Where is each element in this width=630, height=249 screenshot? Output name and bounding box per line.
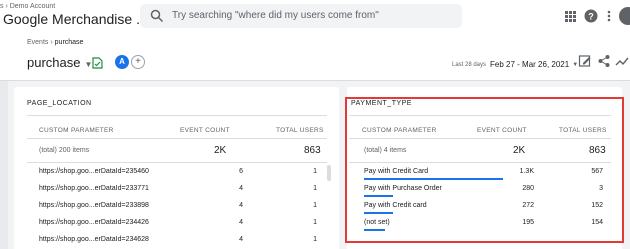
comparison-avatar[interactable]: A <box>115 55 129 69</box>
share-icon[interactable] <box>597 54 611 68</box>
table-row[interactable]: https://shop.goo...erDataId=235460 6 1 <box>27 164 327 181</box>
page-header: Events › purchase purchase ▼ A + Last 28 … <box>0 35 630 81</box>
customize-report-icon[interactable] <box>578 54 592 68</box>
conversion-check-icon[interactable] <box>92 57 103 69</box>
row-event-count: 4 <box>239 185 243 192</box>
row-parameter-value: Pay with Credit Card <box>364 168 429 175</box>
breadcrumb-separator: › <box>50 39 53 46</box>
row-parameter-value: (not set) <box>364 219 390 226</box>
row-share-bar <box>364 212 394 214</box>
table-row[interactable]: https://shop.goo...erDataId=234426 4 1 <box>27 215 327 232</box>
breadcrumb-events[interactable]: Events <box>27 39 48 46</box>
search-placeholder: Try searching "where did my users come f… <box>172 10 379 21</box>
account-avatar[interactable] <box>619 7 630 25</box>
apps-grid-icon[interactable] <box>563 9 577 23</box>
row-total-users: 1 <box>313 219 317 226</box>
row-parameter-value: Pay with Purchase Order <box>364 185 442 192</box>
divider <box>27 138 327 139</box>
totals-event-count: 2K <box>214 145 227 156</box>
row-event-count: 272 <box>522 202 534 209</box>
row-event-count: 6 <box>239 168 243 175</box>
row-parameter-value: https://shop.goo...erDataId=233771 <box>39 185 149 192</box>
row-total-users: 154 <box>591 219 603 226</box>
totals-event-count: 2K <box>513 145 526 156</box>
date-range-label: Last 28 days <box>452 61 487 68</box>
left-nav-strip <box>0 81 8 249</box>
top-bar: s › Demo Account Google Merchandise ...▼… <box>0 0 630 35</box>
row-parameter-value: https://shop.goo...erDataId=234426 <box>39 219 149 226</box>
column-header-event-count[interactable]: EVENT COUNT <box>180 127 230 134</box>
row-share-bar <box>364 178 503 180</box>
event-selector[interactable]: purchase ▼ <box>27 55 92 70</box>
row-total-users: 1 <box>313 185 317 192</box>
row-total-users: 3 <box>599 185 603 192</box>
totals-label: (total) 200 items <box>39 147 90 154</box>
breadcrumb: Events › purchase <box>27 39 83 46</box>
search-icon <box>150 9 164 23</box>
row-event-count: 4 <box>239 202 243 209</box>
totals-total-users: 863 <box>589 145 606 156</box>
divider <box>27 162 327 163</box>
column-header-parameter[interactable]: CUSTOM PARAMETER <box>39 127 114 134</box>
table-row[interactable]: Pay with Purchase Order 280 3 <box>349 181 611 198</box>
help-icon[interactable]: ? <box>584 9 598 23</box>
card-title: PAYMENT_TYPE <box>351 100 412 107</box>
property-name: Google Merchandise ... <box>3 11 148 27</box>
table-row[interactable]: Pay with Credit card 272 152 <box>349 198 611 215</box>
row-event-count: 1.3K <box>519 168 534 175</box>
totals-label: (total) 4 items <box>364 147 407 154</box>
add-comparison-button[interactable]: + <box>131 55 145 69</box>
insights-icon[interactable] <box>615 54 629 68</box>
row-event-count: 280 <box>522 185 534 192</box>
search-bar[interactable]: Try searching "where did my users come f… <box>140 4 462 28</box>
property-selector[interactable]: Google Merchandise ...▼ <box>3 11 161 27</box>
column-header-total-users[interactable]: TOTAL USERS <box>559 127 607 134</box>
page-location-card: PAGE_LOCATION CUSTOM PARAMETER EVENT COU… <box>14 87 339 249</box>
scrollbar[interactable] <box>327 165 331 181</box>
row-share-bar <box>364 229 385 231</box>
column-header-parameter[interactable]: CUSTOM PARAMETER <box>362 127 437 134</box>
column-header-event-count[interactable]: EVENT COUNT <box>477 127 527 134</box>
row-parameter-value: https://shop.goo...erDataId=233898 <box>39 202 149 209</box>
table-row[interactable]: Pay with Credit Card 1.3K 567 <box>349 164 611 181</box>
breadcrumb-current: purchase <box>54 39 84 46</box>
date-range-picker[interactable]: Last 28 days Feb 27 - Mar 26, 2021 ▼ <box>452 56 578 74</box>
row-event-count: 4 <box>239 236 243 243</box>
row-total-users: 1 <box>313 168 317 175</box>
date-range-value: Feb 27 - Mar 26, 2021 <box>490 60 570 70</box>
row-parameter-value: Pay with Credit card <box>364 202 427 209</box>
payment-type-card: PAYMENT_TYPE CUSTOM PARAMETER EVENT COUN… <box>347 87 622 249</box>
table-row[interactable]: https://shop.goo...erDataId=234628 4 1 <box>27 232 327 249</box>
row-parameter-value: https://shop.goo...erDataId=234628 <box>39 236 149 243</box>
row-event-count: 4 <box>239 219 243 226</box>
account-breadcrumb[interactable]: s › Demo Account <box>0 3 55 10</box>
more-vert-icon[interactable] <box>602 9 616 23</box>
totals-total-users: 863 <box>304 145 321 156</box>
svg-text:?: ? <box>588 12 594 22</box>
divider <box>349 162 611 163</box>
column-header-total-users[interactable]: TOTAL USERS <box>276 127 324 134</box>
table-row[interactable]: https://shop.goo...erDataId=233898 4 1 <box>27 198 327 215</box>
row-total-users: 152 <box>591 202 603 209</box>
row-share-bar <box>364 195 394 197</box>
row-total-users: 567 <box>591 168 603 175</box>
page-title: purchase <box>27 55 81 70</box>
row-total-users: 1 <box>313 236 317 243</box>
row-parameter-value: https://shop.goo...erDataId=235460 <box>39 168 149 175</box>
row-event-count: 195 <box>522 219 534 226</box>
divider <box>349 138 611 139</box>
card-title: PAGE_LOCATION <box>27 100 92 107</box>
divider <box>349 115 611 116</box>
table-row[interactable]: (not set) 195 154 <box>349 215 611 232</box>
divider <box>27 115 327 116</box>
row-total-users: 1 <box>313 202 317 209</box>
table-row[interactable]: https://shop.goo...erDataId=233771 4 1 <box>27 181 327 198</box>
